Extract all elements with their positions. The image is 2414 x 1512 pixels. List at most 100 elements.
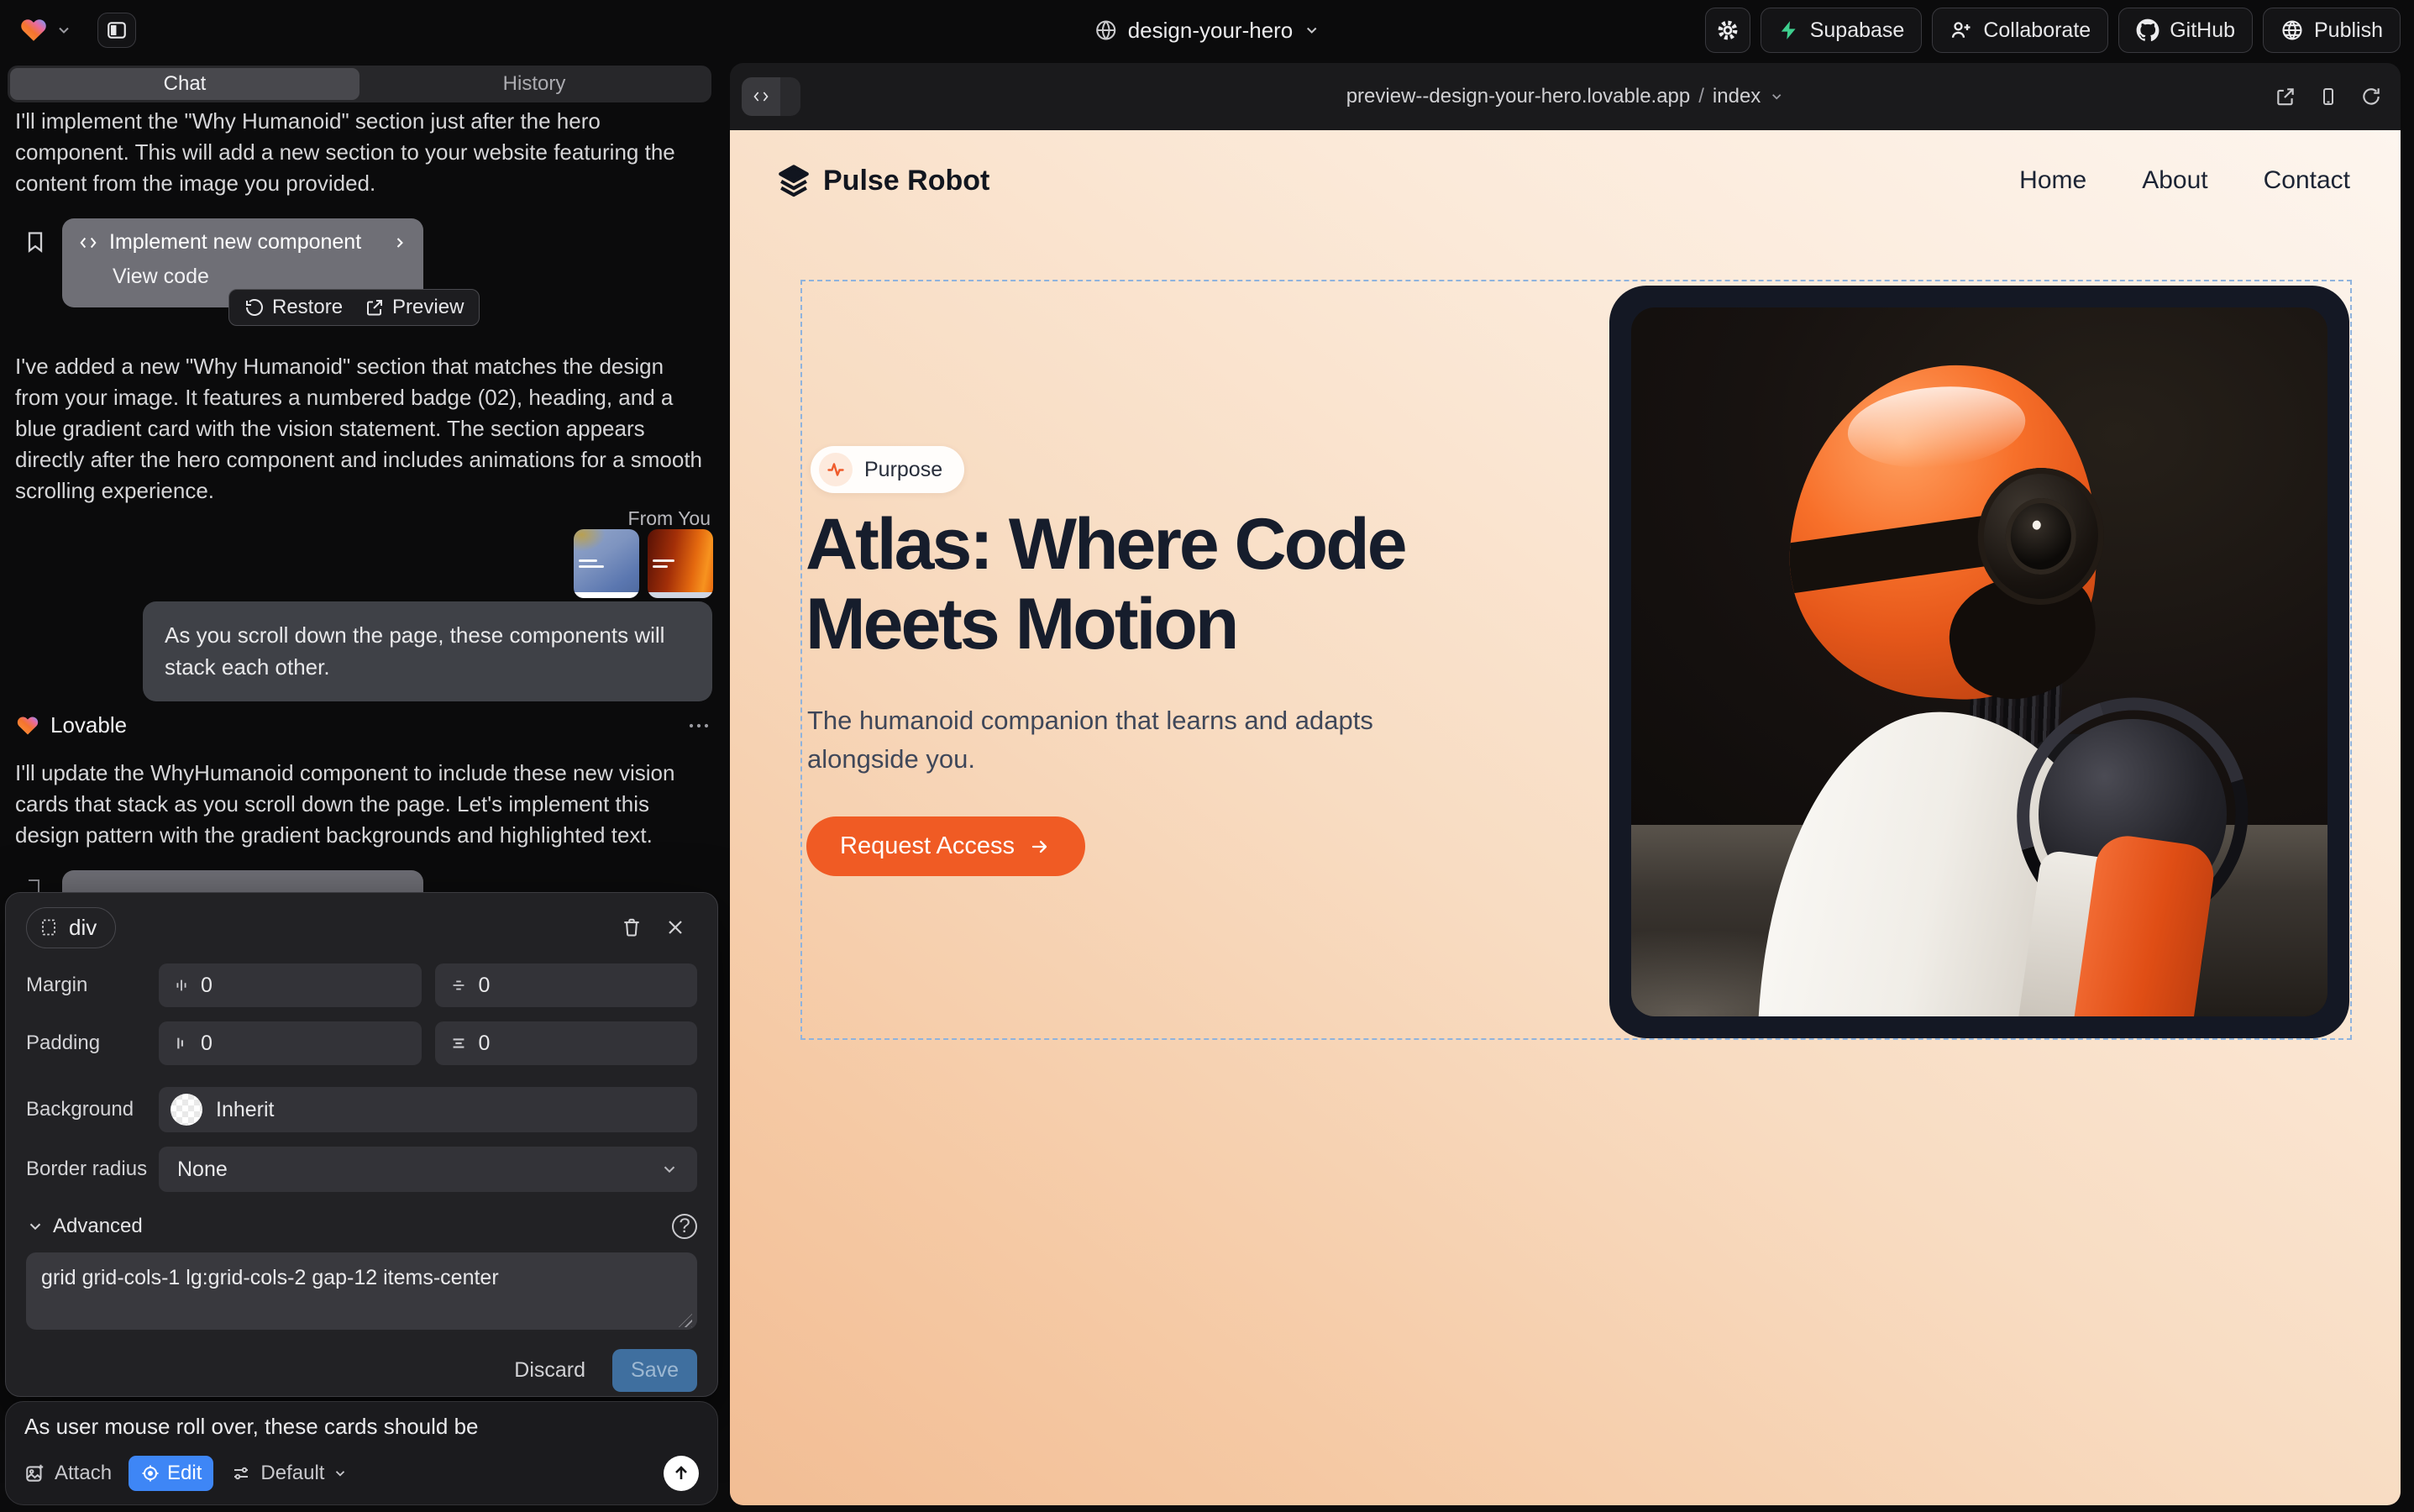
mobile-view-icon[interactable]: [2318, 86, 2338, 108]
chat-history-tabs: Chat History: [8, 66, 711, 102]
robot-hero-image: [1609, 286, 2349, 1038]
padding-horizontal-icon: [172, 1033, 191, 1053]
attachment-thumbnail-blue[interactable]: [574, 529, 639, 598]
padding-y-field: [435, 1021, 698, 1065]
nav-link-home[interactable]: Home: [2019, 166, 2086, 195]
delete-element-button[interactable]: [610, 908, 653, 947]
supabase-icon: [1778, 19, 1800, 41]
refresh-icon[interactable]: [2360, 86, 2382, 108]
preview-button[interactable]: Preview: [365, 296, 464, 319]
margin-x-input[interactable]: [201, 974, 408, 998]
help-icon[interactable]: ?: [672, 1214, 697, 1239]
dashed-box-icon: [39, 916, 59, 938]
attach-label: Attach: [55, 1462, 112, 1485]
site-navbar: Pulse Robot Home About Contact: [730, 130, 2401, 231]
attach-button[interactable]: Attach: [24, 1462, 112, 1485]
padding-y-input[interactable]: [479, 1032, 685, 1056]
tab-chat-label: Chat: [164, 72, 207, 96]
edit-label: Edit: [167, 1462, 202, 1485]
border-radius-select[interactable]: None: [159, 1147, 697, 1192]
globe-icon: [2280, 18, 2304, 42]
background-field[interactable]: Inherit: [159, 1087, 697, 1132]
globe-icon: [1094, 18, 1118, 42]
element-editor-panel: div Margin Padding: [5, 892, 718, 1397]
hero-heading-line2: Meets Motion: [806, 585, 1405, 664]
chevron-down-icon: [660, 1160, 679, 1179]
tab-chat[interactable]: Chat: [10, 68, 359, 100]
bookmark-icon[interactable]: [24, 228, 47, 255]
margin-y-input[interactable]: [479, 974, 685, 998]
padding-x-field: [159, 1021, 422, 1065]
restore-button[interactable]: Restore: [244, 296, 343, 319]
chat-composer: As user mouse roll over, these cards sho…: [5, 1401, 718, 1505]
request-access-label: Request Access: [840, 832, 1015, 860]
model-mode-button[interactable]: Default: [230, 1462, 348, 1485]
bookmark-icon: [24, 877, 44, 894]
lovable-heart-icon: [15, 714, 40, 738]
hero-paragraph: The humanoid companion that learns and a…: [807, 701, 1462, 779]
message-hover-toolbar: Restore Preview: [228, 289, 480, 326]
margin-vertical-icon: [449, 976, 469, 995]
url-separator: /: [1698, 85, 1704, 108]
toggle-sidebar-button[interactable]: [97, 13, 136, 48]
supabase-label: Supabase: [1810, 18, 1905, 43]
publish-button[interactable]: Publish: [2263, 8, 2401, 53]
save-button[interactable]: Save: [612, 1349, 697, 1392]
preview-url: preview--design-your-hero.lovable.app: [1346, 85, 1691, 108]
send-button[interactable]: [664, 1456, 699, 1491]
purpose-badge: Purpose: [811, 446, 964, 493]
settings-button[interactable]: [1705, 8, 1750, 53]
edit-mode-button[interactable]: Edit: [129, 1456, 213, 1491]
preview-url-bar[interactable]: preview--design-your-hero.lovable.app / …: [1346, 85, 1785, 108]
panel-left-icon: [106, 19, 128, 41]
site-brand-name: Pulse Robot: [823, 165, 989, 197]
tool-card-title: Implement new component: [109, 230, 361, 255]
code-icon: [742, 77, 780, 116]
publish-label: Publish: [2314, 18, 2383, 43]
project-menu[interactable]: design-your-hero: [1094, 18, 1320, 44]
open-in-new-tab-icon[interactable]: [2275, 86, 2296, 108]
padding-label: Padding: [26, 1032, 159, 1055]
discard-button[interactable]: Discard: [509, 1350, 590, 1391]
supabase-button[interactable]: Supabase: [1761, 8, 1923, 53]
assistant-header: Lovable: [15, 712, 711, 738]
from-you-label: From You: [504, 507, 711, 530]
site-brand[interactable]: Pulse Robot: [776, 163, 989, 198]
close-panel-button[interactable]: [653, 908, 697, 947]
code-icon: [77, 234, 99, 252]
preview-viewport: Pulse Robot Home About Contact Purpose A…: [730, 130, 2401, 1505]
preview-page: index: [1713, 85, 1761, 108]
lovable-logo-menu[interactable]: [18, 16, 72, 45]
github-icon: [2136, 18, 2159, 42]
code-preview-toggle[interactable]: [742, 77, 800, 116]
selected-element-name: div: [69, 915, 97, 941]
background-label: Background: [26, 1098, 159, 1121]
assistant-message-2: I've added a new "Why Humanoid" section …: [15, 351, 707, 507]
view-code-link[interactable]: View code: [113, 265, 408, 289]
collaborate-label: Collaborate: [1983, 18, 2091, 43]
selected-element-pill[interactable]: div: [26, 907, 116, 948]
message-menu-icon[interactable]: [687, 722, 711, 730]
selected-element-outline[interactable]: Purpose Atlas: Where Code Meets Motion T…: [800, 280, 2352, 1040]
nav-link-contact[interactable]: Contact: [2264, 166, 2350, 195]
attachment-thumbnail-orange[interactable]: [648, 529, 713, 598]
transparency-swatch-icon: [171, 1094, 202, 1126]
collaborate-button[interactable]: Collaborate: [1932, 8, 2108, 53]
assistant-name: Lovable: [50, 712, 127, 738]
tab-history[interactable]: History: [359, 68, 709, 100]
github-button[interactable]: GitHub: [2118, 8, 2253, 53]
margin-horizontal-icon: [172, 975, 191, 995]
advanced-classes-textarea[interactable]: grid grid-cols-1 lg:grid-cols-2 gap-12 i…: [26, 1252, 697, 1330]
margin-label: Margin: [26, 974, 159, 997]
advanced-section-label[interactable]: Advanced: [53, 1215, 143, 1238]
chat-input[interactable]: As user mouse roll over, these cards sho…: [24, 1414, 699, 1454]
topbar: design-your-hero Supabase: [0, 0, 2414, 60]
user-plus-icon: [1950, 18, 1973, 42]
border-radius-value: None: [177, 1158, 228, 1182]
assistant-message-1: I'll implement the "Why Humanoid" sectio…: [15, 106, 707, 199]
nav-link-about[interactable]: About: [2142, 166, 2207, 195]
chevron-down-icon: [55, 22, 72, 39]
chevron-down-icon[interactable]: [26, 1217, 45, 1236]
request-access-button[interactable]: Request Access: [806, 816, 1085, 876]
padding-x-input[interactable]: [201, 1032, 408, 1056]
